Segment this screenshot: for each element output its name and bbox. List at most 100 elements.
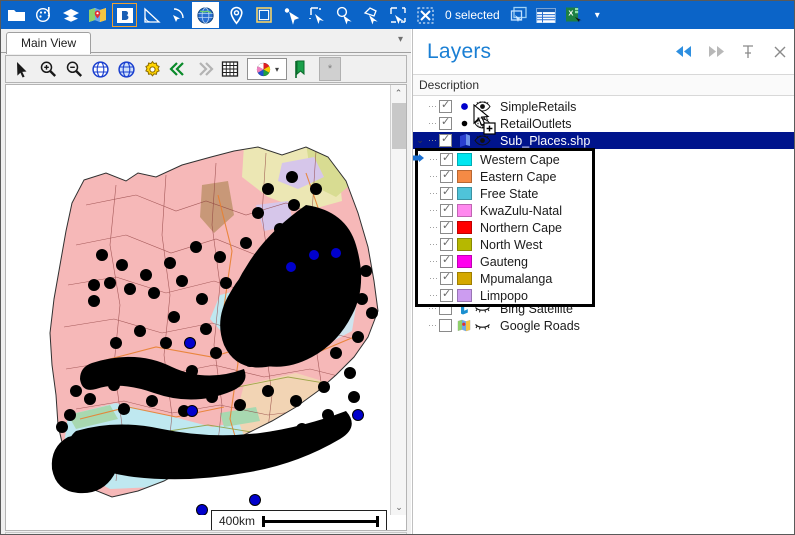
ribbon-overflow-caret[interactable]: ▾ [591,10,604,21]
map-frame[interactable]: x z 400km ⌃ ⌄ [5,84,407,531]
province-label: North West [480,237,543,252]
open-folder-icon[interactable] [3,2,30,28]
province-label: Eastern Cape [480,169,557,184]
province-checkbox-gauteng[interactable] [440,253,453,268]
star-button[interactable]: * [319,57,341,81]
export-excel-icon[interactable]: X [560,2,587,28]
tree-dotted-line: ⋯ [429,205,439,215]
list-item[interactable]: ⋯ Northern Cape [418,219,592,236]
map-toolbar: ▾ * [5,55,407,83]
clear-selection-icon[interactable] [412,2,439,28]
province-color-swatch[interactable] [457,272,472,285]
province-color-swatch[interactable] [457,170,472,183]
layer-label: Sub_Places.shp [500,133,591,148]
province-checkbox-mpumalanga[interactable] [440,270,453,285]
select-rectangle-icon[interactable] [304,2,331,28]
close-panel-icon[interactable] [764,36,794,68]
province-checkbox-western-cape[interactable] [440,151,453,166]
zoom-to-selection-icon[interactable] [506,2,533,28]
tree-dotted-line: ⋯ [428,320,438,330]
province-label: Western Cape [480,152,560,167]
province-color-swatch[interactable] [457,153,472,166]
list-item[interactable]: ⋯ Limpopo [418,287,592,304]
zoom-in-icon[interactable] [35,57,61,81]
province-checkbox-free-state[interactable] [440,185,453,200]
location-pin-icon[interactable] [223,2,250,28]
list-item[interactable]: ⋯ Gauteng [418,253,592,270]
province-color-swatch[interactable] [457,187,472,200]
select-polygon-icon[interactable] [358,2,385,28]
tree-dotted-line: ⋯ [429,222,439,232]
province-color-swatch[interactable] [457,289,472,302]
layout-page-icon[interactable] [250,2,277,28]
tree-dotted-line: ⋯ [428,101,438,111]
select-box-icon[interactable] [385,2,412,28]
zoom-out-icon[interactable] [61,57,87,81]
settings-gear-icon[interactable] [139,57,165,81]
layers-tree[interactable]: ⋯ SimpleRetails ⋯ [413,96,794,534]
palette-caret-icon[interactable]: ▾ [275,65,279,74]
scroll-down-arrow-icon[interactable]: ⌄ [391,499,406,515]
tab-overflow-caret[interactable]: ▾ [398,34,403,45]
layer-checkbox-google-roads[interactable] [439,319,452,332]
select-point-icon[interactable] [277,2,304,28]
province-color-swatch[interactable] [457,255,472,268]
select-circle-icon[interactable] [331,2,358,28]
grid-icon[interactable] [217,57,243,81]
province-label: Free State [480,186,539,201]
globe-icon[interactable] [192,2,219,28]
measure-angle-icon[interactable] [138,2,165,28]
province-checkbox-northern-cape[interactable] [440,219,453,234]
layer-checkbox-retailoutlets[interactable] [439,115,452,130]
list-item[interactable]: ⋯ Eastern Cape [418,168,592,185]
province-checkbox-north-west[interactable] [440,236,453,251]
province-checkbox-kwazulu-natal[interactable] [440,202,453,217]
color-palette-icon[interactable]: ▾ [247,58,287,80]
list-item[interactable]: ⋯ KwaZulu-Natal [418,202,592,219]
column-header-description: Description [419,78,480,92]
pointer-tool-icon[interactable] [9,57,35,81]
next-extent-icon[interactable] [191,57,217,81]
polygon-symbol-icon [456,133,472,148]
province-symbology-box[interactable]: ⋯ Western Cape ⋯ Eastern Cape ⋯ [415,148,595,307]
globe-zoom-extent-icon[interactable] [87,57,113,81]
layer-google-roads[interactable]: ⋯ Google Roads [413,317,794,334]
selection-status: 0 selected [445,8,500,22]
layer-checkbox-sub-places[interactable] [439,132,452,147]
tab-main-view[interactable]: Main View [6,32,92,54]
attribute-table-icon[interactable] [533,2,560,28]
pin-panel-icon[interactable] [732,36,764,68]
basemap-b-icon[interactable] [111,2,138,28]
map-vertical-scrollbar[interactable]: ⌃ ⌄ [390,85,406,515]
tree-dotted-line: ⋯ [428,118,438,128]
previous-extent-icon[interactable] [165,57,191,81]
expand-all-icon[interactable] [700,36,732,68]
province-checkbox-limpopo[interactable] [440,287,453,302]
map-pin-icon[interactable] [84,2,111,28]
collapse-all-icon[interactable] [668,36,700,68]
visibility-hidden-eye-icon[interactable] [472,320,492,331]
province-color-swatch[interactable] [457,221,472,234]
main-toolbar: 0 selected X ▾ [1,1,794,29]
list-item[interactable]: ⋯ Free State [418,185,592,202]
blue-dot-symbol-icon [456,102,472,111]
province-color-swatch[interactable] [457,238,472,251]
list-item[interactable]: ⋯ Mpumalanga [418,270,592,287]
globe-zoom-layer-icon[interactable] [113,57,139,81]
layer-label: Google Roads [500,318,580,333]
curve-select-icon[interactable] [165,2,192,28]
application-window: 0 selected X ▾ Main View ▾ ▾ * 400km ⌃ ⌄… [0,0,795,535]
bookmark-flag-icon[interactable] [287,57,313,81]
palette-identify-icon[interactable] [30,2,57,28]
tree-dotted-line: ⋯ [429,256,439,266]
map-vertical-scroll-thumb[interactable] [392,103,406,149]
tree-expand-twisty-icon[interactable]: ⌄ [413,135,427,146]
list-item[interactable]: ⋯ Western Cape [418,151,592,168]
list-item[interactable]: ⋯ North West [418,236,592,253]
province-color-swatch[interactable] [457,204,472,217]
layer-checkbox-simpleretails[interactable] [439,98,452,113]
province-checkbox-eastern-cape[interactable] [440,168,453,183]
scroll-up-arrow-icon[interactable]: ⌃ [391,85,406,101]
layers-stack-icon[interactable] [57,2,84,28]
map-canvas[interactable] [6,85,391,515]
